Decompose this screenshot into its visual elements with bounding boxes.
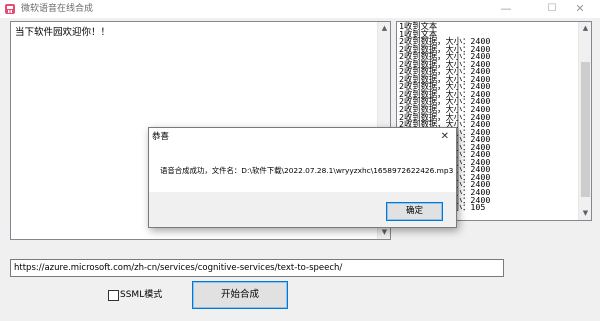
dialog-body: 语音合成成功，文件名：D:\软件下载\2022.07.28.1\wryyzxhc… bbox=[149, 146, 456, 192]
message-dialog: 恭喜 ✕ 语音合成成功，文件名：D:\软件下载\2022.07.28.1\wry… bbox=[148, 127, 457, 228]
dialog-message: 语音合成成功，文件名：D:\软件下载\2022.07.28.1\wryyzxhc… bbox=[160, 166, 454, 175]
dialog-close-icon[interactable]: ✕ bbox=[441, 129, 449, 144]
start-synthesis-button[interactable]: 开始合成 bbox=[192, 281, 288, 309]
window-title: 微软语音在线合成 bbox=[21, 4, 94, 14]
scroll-up-arrow-icon[interactable]: ▲ bbox=[378, 22, 390, 35]
input-text: 当下软件园欢迎你！！ bbox=[15, 27, 111, 38]
ssml-label: SSML模式 bbox=[120, 290, 163, 300]
minimize-button[interactable]: — bbox=[486, 0, 526, 18]
scroll-down-arrow-icon[interactable]: ▼ bbox=[579, 207, 591, 220]
app-logo-icon bbox=[5, 4, 15, 14]
scroll-up-arrow-icon[interactable]: ▲ bbox=[579, 22, 591, 35]
dialog-title-bar: 恭喜 ✕ bbox=[149, 128, 456, 146]
dialog-ok-button[interactable]: 确定 bbox=[386, 202, 443, 221]
checkbox-box[interactable] bbox=[108, 290, 119, 301]
log-scrollbar[interactable]: ▲ ▼ bbox=[578, 22, 591, 220]
title-bar: 微软语音在线合成 — ☐ ✕ bbox=[0, 0, 600, 18]
dialog-title: 恭喜 bbox=[152, 132, 170, 142]
url-field[interactable]: https://azure.microsoft.com/zh-cn/servic… bbox=[10, 259, 504, 277]
scroll-thumb[interactable] bbox=[581, 62, 590, 197]
close-button[interactable]: ✕ bbox=[560, 0, 600, 18]
